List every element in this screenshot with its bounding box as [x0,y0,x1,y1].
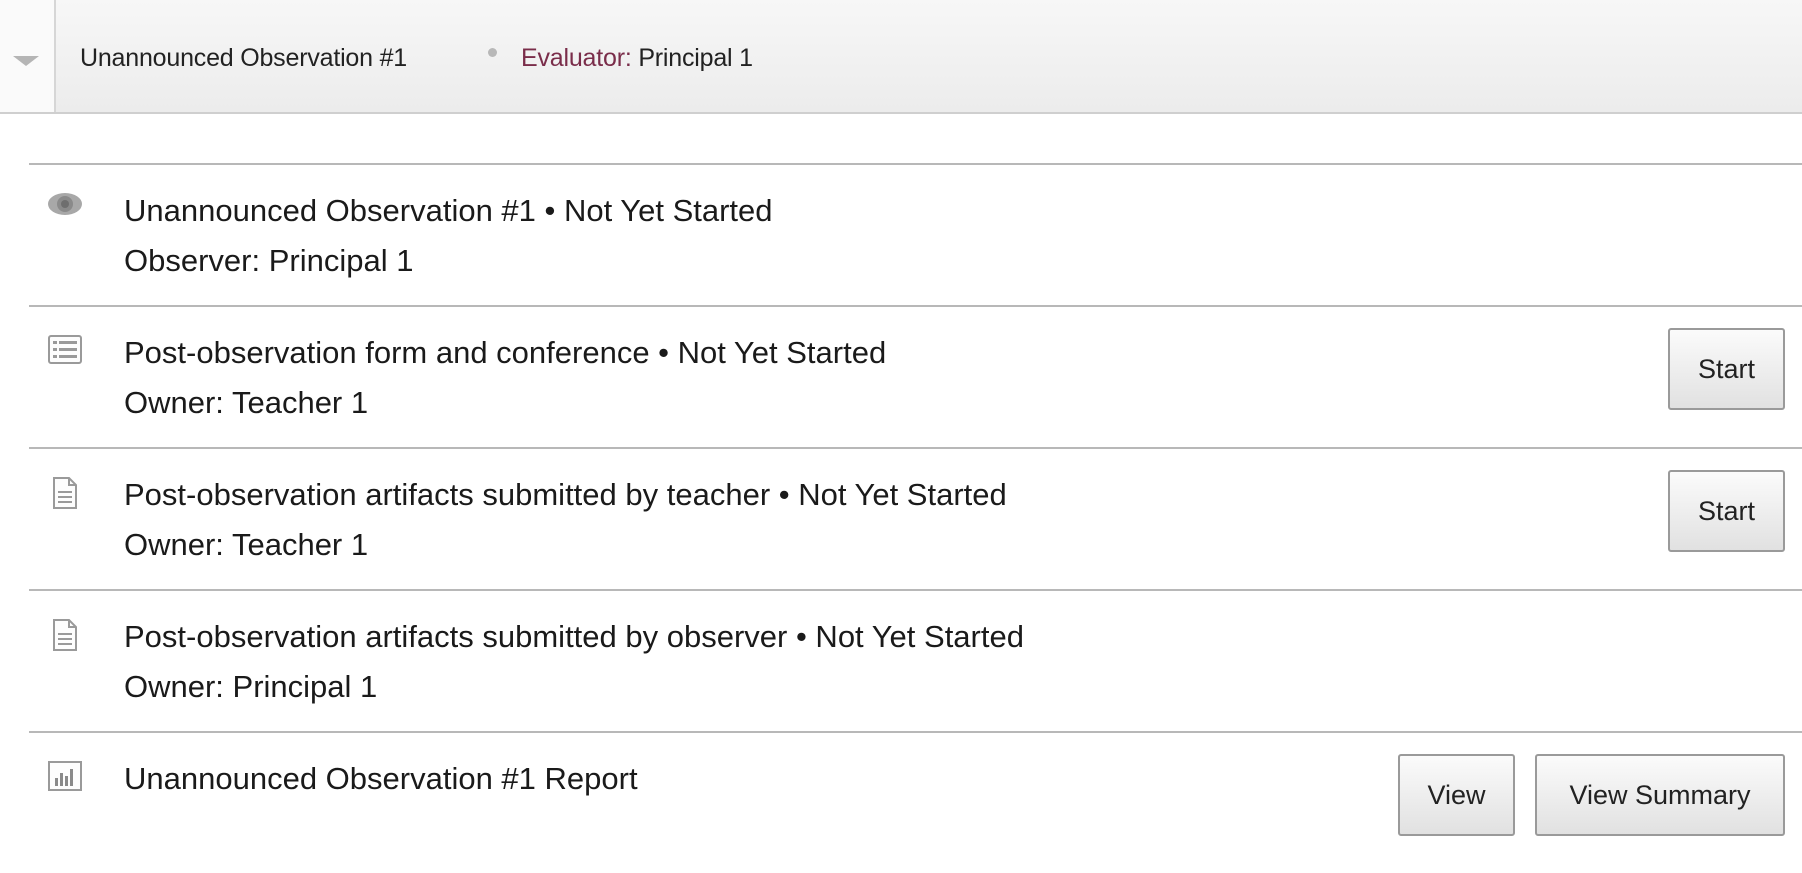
list-item-teacher-artifacts: Post-observation artifacts submitted by … [29,449,1802,589]
item-subtitle: Owner: Principal 1 [124,669,378,704]
bar-chart-icon [48,761,82,791]
view-button[interactable]: View [1398,754,1515,836]
start-button[interactable]: Start [1668,328,1785,410]
evaluator: Evaluator: Principal 1 [521,44,753,73]
view-summary-button[interactable]: View Summary [1535,754,1785,836]
item-title: Post-observation form and conference • N… [124,335,887,370]
chevron-down-icon [13,56,39,66]
document-icon [53,477,77,509]
document-icon [53,619,77,651]
form-list-icon [48,335,82,364]
item-title: Post-observation artifacts submitted by … [124,477,1007,512]
item-subtitle: Owner: Teacher 1 [124,385,369,420]
item-subtitle: Observer: Principal 1 [124,243,414,278]
list-item-report: Unannounced Observation #1 Report View V… [29,733,1802,873]
item-title: Unannounced Observation #1 Report [124,761,638,796]
collapse-toggle[interactable] [0,0,56,112]
start-button[interactable]: Start [1668,470,1785,552]
item-title: Post-observation artifacts submitted by … [124,619,1024,654]
item-title: Unannounced Observation #1 • Not Yet Sta… [124,193,773,228]
observation-header: Unannounced Observation #1 Evaluator: Pr… [0,0,1802,114]
header-title: Unannounced Observation #1 [80,44,407,72]
bullet-separator [488,48,497,57]
list-item-post-observation-form: Post-observation form and conference • N… [29,307,1802,447]
eye-icon [48,193,82,215]
list-item-observer-artifacts: Post-observation artifacts submitted by … [29,591,1802,731]
evaluator-value: Principal 1 [638,44,753,72]
list-item-observation: Unannounced Observation #1 • Not Yet Sta… [29,165,1802,305]
evaluator-label: Evaluator: [521,44,632,72]
item-subtitle: Owner: Teacher 1 [124,527,369,562]
